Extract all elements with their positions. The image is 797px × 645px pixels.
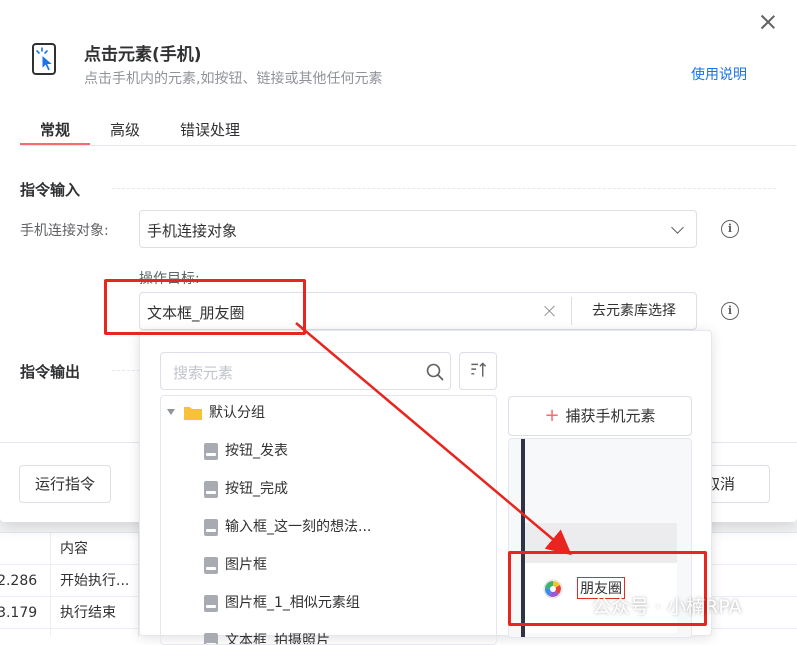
log-time-cell: -3.179 xyxy=(0,605,38,621)
device-field-label: 手机连接对象: xyxy=(20,223,109,239)
search-icon[interactable] xyxy=(426,363,444,381)
annotation-box-target xyxy=(104,279,306,335)
log-header-content: 内容 xyxy=(60,541,88,557)
search-placeholder: 搜索元素 xyxy=(173,364,234,382)
element-icon xyxy=(204,633,218,644)
caret-down-icon[interactable] xyxy=(167,409,175,415)
tab-general[interactable]: 常规 xyxy=(40,119,70,140)
tree-item-label: 输入框_这一刻的想法... xyxy=(225,519,372,535)
tab-advanced[interactable]: 高级 xyxy=(110,119,140,140)
element-tree: 默认分组 按钮_发表 按钮_完成 输入框_这一刻的想法... 图片框 图片框_1… xyxy=(160,395,497,645)
capture-element-button[interactable]: + 捕获手机元素 xyxy=(508,396,692,436)
log-time-cell: -2.286 xyxy=(0,573,38,589)
run-command-button[interactable]: 运行指令 xyxy=(19,465,111,503)
element-search-input[interactable]: 搜索元素 xyxy=(160,352,451,390)
chevron-down-icon xyxy=(671,221,684,234)
section-divider xyxy=(112,370,140,371)
tree-group-default[interactable]: 默认分组 xyxy=(161,398,496,428)
section-title-input: 指令输入 xyxy=(20,181,81,199)
sort-button[interactable] xyxy=(459,352,497,390)
tree-group-label: 默认分组 xyxy=(209,405,265,421)
info-icon[interactable]: i xyxy=(721,302,739,320)
tab-error-handling[interactable]: 错误处理 xyxy=(180,119,240,140)
info-icon[interactable]: i xyxy=(721,220,739,238)
tree-item[interactable]: 按钮_发表 xyxy=(161,436,496,466)
plus-icon: + xyxy=(544,405,560,426)
tree-item[interactable]: 图片框 xyxy=(161,550,496,580)
capture-button-label: 捕获手机元素 xyxy=(565,407,656,425)
watermark: 公众号 · 小楠RPA xyxy=(560,592,742,619)
element-icon xyxy=(204,481,218,498)
dialog-title: 点击元素(手机) xyxy=(84,45,202,65)
section-divider xyxy=(112,188,776,189)
tree-item[interactable]: 按钮_完成 xyxy=(161,474,496,504)
tree-item[interactable]: 输入框_这一刻的想法... xyxy=(161,512,496,542)
clear-icon[interactable] xyxy=(542,303,558,319)
sort-icon xyxy=(471,362,487,377)
dialog-subtitle: 点击手机内的元素,如按钮、链接或其他任何元素 xyxy=(84,71,383,87)
tree-item-label: 图片框 xyxy=(225,557,267,573)
tree-item-label: 图片框_1_相似元素组 xyxy=(225,595,360,611)
close-icon[interactable] xyxy=(758,12,778,32)
tree-item-label: 按钮_完成 xyxy=(225,481,288,497)
log-content-cell: 开始执行... xyxy=(60,573,130,589)
element-icon xyxy=(204,595,218,612)
element-icon xyxy=(204,557,218,574)
folder-icon xyxy=(184,407,202,420)
tab-bar: 常规 高级 错误处理 xyxy=(20,114,796,146)
element-library-button[interactable]: 去元素库选择 xyxy=(572,293,696,329)
wechat-icon xyxy=(561,598,585,616)
section-title-output: 指令输出 xyxy=(20,363,81,381)
active-tab-indicator xyxy=(20,143,90,145)
element-icon xyxy=(204,443,218,460)
device-select[interactable]: 手机连接对象 xyxy=(139,210,697,248)
log-content-cell: 执行结束 xyxy=(60,605,116,621)
tree-item-label: 按钮_发表 xyxy=(225,443,288,459)
element-icon xyxy=(204,519,218,536)
tree-item[interactable]: 图片框_1_相似元素组 xyxy=(161,588,496,618)
watermark-text: 公众号 · 小楠RPA xyxy=(592,596,742,618)
tap-element-icon xyxy=(32,43,56,75)
device-select-value: 手机连接对象 xyxy=(147,222,238,240)
help-link[interactable]: 使用说明 xyxy=(691,64,747,84)
